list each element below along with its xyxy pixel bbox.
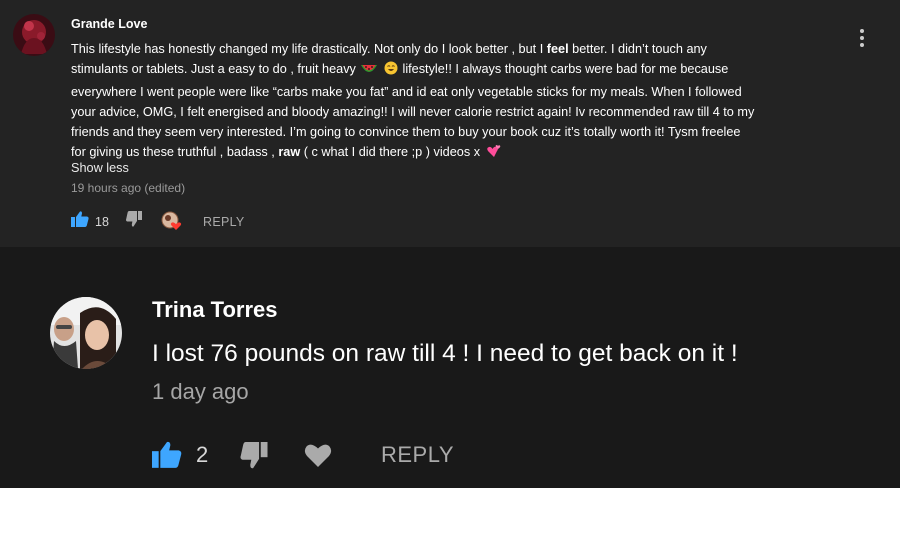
dislike-button[interactable]	[240, 442, 268, 474]
avatar[interactable]	[13, 14, 55, 56]
comment-timestamp[interactable]: 19 hours ago (edited)	[71, 181, 185, 195]
comment-text: I lost 76 pounds on raw till 4 ! I need …	[152, 340, 738, 367]
comment-text-line: for giving us these truthful , badass , …	[71, 142, 841, 164]
grin-emoji-icon	[384, 61, 398, 81]
thumbs-down-icon	[125, 211, 142, 227]
comment-author[interactable]: Grande Love	[71, 17, 147, 31]
heart-icon	[304, 444, 332, 467]
more-vert-icon	[860, 29, 864, 47]
reply-button[interactable]: REPLY	[203, 215, 245, 229]
comment-text-line: everywhere I went people were like “carb…	[71, 84, 742, 99]
comment-text: This lifestyle has honestly changed my l…	[71, 39, 841, 165]
hearts-emoji-icon	[485, 144, 501, 164]
thumbs-up-icon	[152, 441, 182, 468]
reply-button[interactable]: REPLY	[381, 442, 454, 468]
like-count: 18	[95, 215, 109, 229]
show-less-link[interactable]: Show less	[71, 161, 129, 175]
dislike-button[interactable]	[125, 211, 142, 231]
comment-author[interactable]: Trina Torres	[152, 297, 278, 323]
comment-timestamp[interactable]: 1 day ago	[152, 379, 249, 405]
creator-heart-icon	[161, 211, 182, 230]
thumbs-up-icon	[71, 211, 89, 227]
creator-heart-badge	[161, 211, 183, 231]
avatar[interactable]	[50, 297, 122, 369]
heart-button[interactable]	[304, 443, 332, 472]
thumbs-down-icon	[240, 442, 268, 469]
like-count: 2	[196, 442, 209, 467]
comment-text-line: This lifestyle has honestly changed my l…	[71, 42, 707, 56]
comment-text-line: friends and they seem very interested. I…	[71, 125, 741, 140]
like-button[interactable]	[71, 211, 89, 231]
watermelon-icon	[360, 61, 378, 81]
more-actions-button[interactable]	[858, 28, 866, 48]
comment-text-line: stimulants or tablets. Just a easy to do…	[71, 59, 841, 81]
comment-text-line: your advice, OMG, I felt energised and b…	[71, 104, 755, 119]
like-button[interactable]	[152, 441, 182, 473]
